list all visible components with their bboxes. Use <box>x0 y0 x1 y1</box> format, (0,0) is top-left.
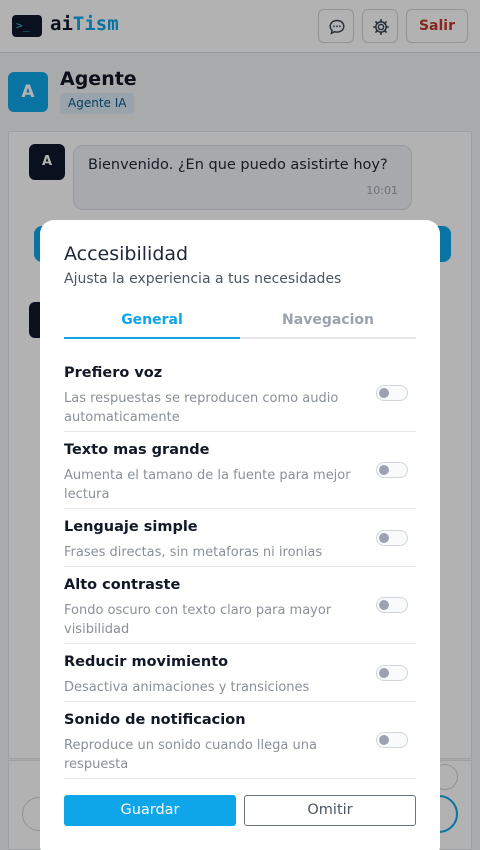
tab-general[interactable]: General <box>64 309 240 339</box>
setting-row: Lenguaje simple Frases directas, sin met… <box>64 519 416 567</box>
toggle-knob <box>379 600 389 610</box>
setting-title: Prefiero voz <box>64 365 163 381</box>
setting-description: Reproduce un sonido cuando llega una res… <box>64 738 317 772</box>
modal-subtitle: Ajusta la experiencia a tus necesidades <box>64 271 342 287</box>
setting-row: Prefiero voz Las respuestas se reproduce… <box>64 365 416 432</box>
setting-description: Frases directas, sin metaforas ni ironia… <box>64 545 323 560</box>
toggle-knob <box>379 465 389 475</box>
setting-description: Desactiva animaciones y transiciones <box>64 680 310 695</box>
accessibility-modal: Accesibilidad Ajusta la experiencia a tu… <box>40 220 440 850</box>
tab-navegacion[interactable]: Navegacion <box>240 309 416 339</box>
modal-title: Accesibilidad <box>64 243 189 265</box>
setting-title: Texto mas grande <box>64 442 210 458</box>
setting-row: Reducir movimiento Desactiva animaciones… <box>64 654 416 702</box>
simple-language-toggle[interactable] <box>376 530 408 546</box>
high-contrast-toggle[interactable] <box>376 597 408 613</box>
setting-title: Reducir movimiento <box>64 654 229 670</box>
setting-row: Alto contraste Fondo oscuro con texto cl… <box>64 577 416 644</box>
toggle-knob <box>379 668 389 678</box>
setting-row: Sonido de notificacion Reproduce un soni… <box>64 712 416 779</box>
toggle-knob <box>379 533 389 543</box>
notification-sound-toggle[interactable] <box>376 732 408 748</box>
toggle-knob <box>379 388 389 398</box>
setting-description: Las respuestas se reproducen como audio … <box>64 391 339 425</box>
setting-row: Texto mas grande Aumenta el tamano de la… <box>64 442 416 509</box>
reduce-motion-toggle[interactable] <box>376 665 408 681</box>
setting-title: Sonido de notificacion <box>64 712 246 728</box>
large-text-toggle[interactable] <box>376 462 408 478</box>
setting-description: Aumenta el tamano de la fuente para mejo… <box>64 468 351 502</box>
setting-title: Lenguaje simple <box>64 519 198 535</box>
skip-button[interactable]: Omitir <box>244 795 416 826</box>
tab-bar: General Navegacion <box>64 309 416 339</box>
setting-title: Alto contraste <box>64 577 181 593</box>
toggle-knob <box>379 735 389 745</box>
save-button[interactable]: Guardar <box>64 795 236 826</box>
setting-description: Fondo oscuro con texto claro para mayor … <box>64 603 332 637</box>
voice-toggle[interactable] <box>376 385 408 401</box>
